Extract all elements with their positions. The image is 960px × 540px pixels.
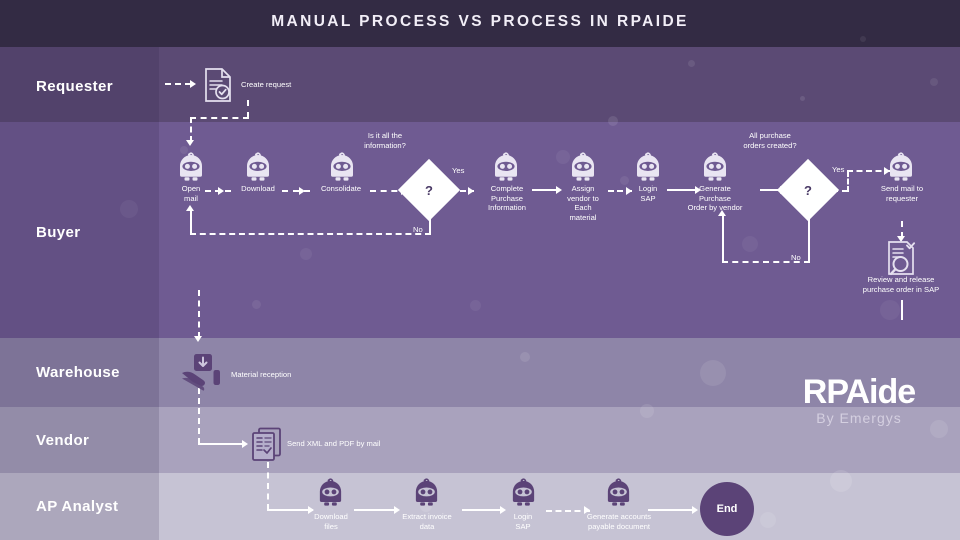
- arrowhead-loop-open-mail: [186, 205, 194, 211]
- connector-vendor-down: [267, 462, 269, 510]
- robot-icon-generate-ap-document: [604, 478, 633, 507]
- hand-package-icon: [180, 352, 224, 392]
- process-diagram-canvas: MANUAL PROCESS VS PROCESS IN RPAIDE Requ…: [0, 0, 960, 540]
- robot-icon-open-mail: [176, 152, 206, 182]
- robot-icon-assign-vendor: [568, 152, 598, 182]
- arrowhead-download: [218, 187, 224, 195]
- robot-icon-complete-purchase-information: [491, 152, 521, 182]
- connector-buyer-to-warehouse: [198, 290, 200, 338]
- label-review-release-po: Review and release purchase order in SAP: [862, 275, 940, 294]
- connector-decision-po-no-up: [722, 215, 724, 262]
- label-extract-invoice-data: Extract invoice data: [402, 512, 452, 531]
- document-search-icon: [885, 240, 918, 276]
- yes-label-information: Yes: [452, 166, 465, 175]
- connector-review-down: [901, 300, 903, 320]
- robot-icon-login-sap-ap: [509, 478, 538, 507]
- rpaide-logo: RPAide By Emergys: [766, 375, 952, 427]
- connector-extract-to-login-sap: [462, 509, 504, 511]
- robot-icon-extract-invoice-data: [412, 478, 441, 507]
- no-label-information: No: [413, 225, 423, 234]
- connector-create-request-down: [247, 100, 249, 118]
- lane-label-buyer: Buyer: [36, 224, 81, 241]
- document-check-icon: [202, 68, 234, 102]
- end-label: End: [716, 503, 738, 515]
- lane-label-ap-analyst: AP Analyst: [36, 498, 119, 515]
- yes-label-purchase-orders: Yes: [832, 165, 845, 174]
- label-login-sap-buyer: Login SAP: [638, 184, 658, 203]
- label-assign-vendor: Assign vendor to Each material: [567, 184, 599, 222]
- label-generate-po: Generate Purchase Order by vendor: [687, 184, 743, 213]
- connector-decision-info-no-left: [190, 233, 431, 235]
- connector-warehouse-down: [198, 388, 200, 444]
- label-send-xml-pdf: Send XML and PDF by mail: [287, 439, 381, 448]
- connector-download-to-extract: [354, 509, 398, 511]
- logo-tagline: By Emergys: [816, 410, 902, 426]
- connector-warehouse-to-vendor: [198, 443, 246, 445]
- robot-icon-download-files: [316, 478, 345, 507]
- lane-label-vendor: Vendor: [36, 432, 90, 449]
- connector-create-request-left: [190, 117, 249, 119]
- connector-start-to-create-request: [165, 83, 191, 85]
- documents-stack-icon: [250, 427, 284, 463]
- robot-icon-send-mail-to-requester: [886, 152, 916, 182]
- arrowhead-end: [692, 506, 698, 514]
- no-label-purchase-orders: No: [791, 253, 801, 262]
- label-generate-ap-document: Generate accounts payable document: [586, 512, 652, 531]
- end-node[interactable]: End: [700, 482, 754, 536]
- arrowhead-consolidate: [299, 187, 305, 195]
- label-download: Download: [241, 184, 275, 193]
- robot-icon-download: [243, 152, 273, 182]
- robot-icon-login-sap-buyer: [633, 152, 663, 182]
- logo-wordmark: RPAide: [802, 373, 916, 411]
- label-open-mail: Open mail: [181, 184, 201, 203]
- question-label-information: Is it all the information?: [364, 131, 406, 150]
- connector-generate-ap-to-end: [648, 509, 696, 511]
- lane-label-warehouse: Warehouse: [36, 364, 120, 381]
- page-title: MANUAL PROCESS VS PROCESS IN RPAIDE: [271, 13, 689, 30]
- robot-icon-generate-po: [700, 152, 730, 182]
- decision-symbol-purchase-orders: ?: [804, 182, 812, 198]
- label-material-reception: Material reception: [231, 370, 292, 379]
- robot-icon-consolidate: [327, 152, 357, 182]
- label-send-mail-to-requester: Send mail to requester: [880, 184, 924, 203]
- decision-symbol-information: ?: [425, 182, 433, 198]
- label-download-files: Download files: [314, 512, 348, 531]
- question-label-purchase-orders: All purchase orders created?: [743, 131, 797, 150]
- arrowhead-material-reception: [194, 336, 202, 342]
- connector-vendor-to-ap: [267, 509, 313, 511]
- connector-into-open-mail: [190, 117, 192, 142]
- connector-decision-info-no-up: [190, 210, 192, 234]
- label-consolidate: Consolidate: [320, 184, 362, 193]
- arrowhead-create-request: [190, 80, 196, 88]
- arrowhead-open-mail: [186, 140, 194, 146]
- connector-decision-po-yes-up: [847, 171, 849, 192]
- lane-label-requester: Requester: [36, 78, 113, 95]
- label-login-sap-ap: Login SAP: [513, 512, 533, 531]
- label-complete-purchase-information: Complete Purchase Information: [488, 184, 526, 213]
- label-create-request: Create request: [241, 80, 292, 89]
- arrowhead-send-xml-pdf: [242, 440, 248, 448]
